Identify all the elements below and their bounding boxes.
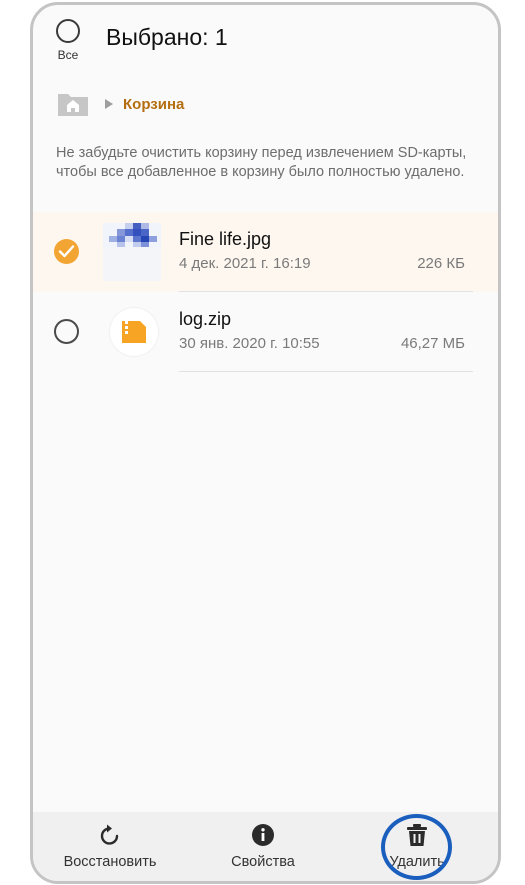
zip-file-icon (110, 308, 158, 356)
file-checkbox-unchecked[interactable] (54, 319, 79, 344)
properties-button[interactable]: Свойства (198, 822, 328, 870)
checkmark-icon (58, 245, 75, 258)
breadcrumb: Корзина (57, 89, 184, 119)
trash-notice: Не забудьте очистить корзину перед извле… (56, 145, 467, 180)
properties-label: Свойства (231, 854, 295, 870)
file-date: 4 дек. 2021 г. 16:19 (179, 255, 311, 272)
file-size: 46,27 МБ (400, 335, 465, 352)
file-date: 30 янв. 2020 г. 10:55 (179, 335, 320, 352)
file-size: 226 КБ (417, 255, 465, 272)
restore-button[interactable]: Восстановить (45, 822, 175, 870)
breadcrumb-current[interactable]: Корзина (123, 96, 184, 113)
page-title: Выбрано: 1 (106, 24, 228, 50)
file-row-fine-life[interactable]: Fine life.jpg 4 дек. 2021 г. 16:19 226 К… (33, 212, 498, 292)
row-divider (179, 371, 473, 372)
delete-highlight-ring (381, 814, 452, 880)
breadcrumb-separator-icon (105, 99, 113, 109)
select-all-label: Все (57, 48, 79, 62)
restore-label: Восстановить (63, 854, 157, 870)
select-all-checkbox[interactable] (56, 19, 80, 43)
home-folder-icon[interactable] (57, 91, 89, 117)
info-icon (198, 822, 328, 848)
file-name: log.zip (179, 309, 232, 329)
file-name: Fine life.jpg (179, 229, 272, 249)
image-thumbnail (103, 223, 161, 281)
select-all-toggle[interactable]: Все (53, 19, 83, 62)
selection-header: Все Выбрано: 1 (33, 5, 498, 80)
file-row-log-zip[interactable]: log.zip 30 янв. 2020 г. 10:55 46,27 МБ (33, 292, 498, 372)
file-checkbox-checked[interactable] (54, 239, 79, 264)
phone-frame: Все Выбрано: 1 Корзина Не забудьте очист… (30, 2, 501, 884)
restore-icon (45, 822, 175, 848)
